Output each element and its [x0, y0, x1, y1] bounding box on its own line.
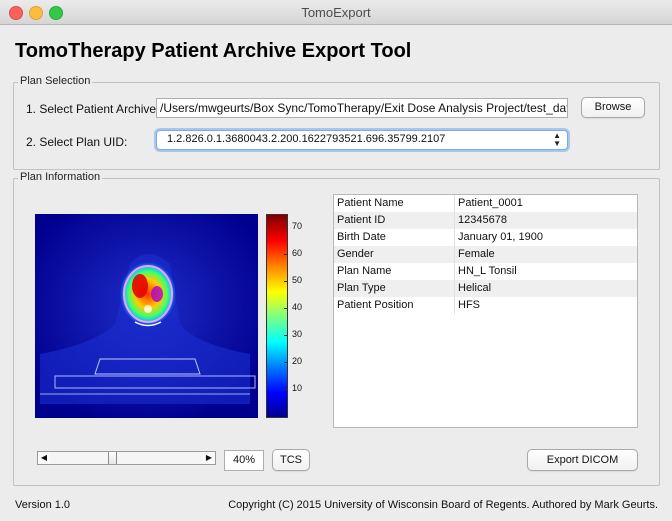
ct-dose-overlay — [35, 214, 258, 418]
table-row: Patient Position HFS — [334, 297, 637, 314]
slider-thumb[interactable] — [108, 452, 118, 464]
slice-percent-field[interactable]: 40% — [224, 450, 264, 471]
row-value: January 01, 1900 — [458, 231, 544, 243]
dose-image[interactable] — [35, 214, 258, 418]
row-key: Patient Name — [334, 195, 455, 212]
colorbar-tick-mark — [284, 362, 288, 363]
colorbar-tick-label: 70 — [292, 221, 303, 231]
tcs-button[interactable]: TCS — [272, 449, 310, 471]
colorbar-tick-label: 20 — [292, 356, 303, 366]
colorbar-tick-mark — [284, 227, 288, 228]
colorbar-tick-mark — [284, 254, 288, 255]
colorbar-tick-mark — [284, 389, 288, 390]
window-title: TomoExport — [301, 5, 371, 20]
row-key: Birth Date — [334, 229, 455, 246]
updown-arrows-icon: ▲ ▼ — [553, 131, 561, 148]
table-row: Gender Female — [334, 246, 637, 263]
right-arrow-icon[interactable]: ▶ — [203, 452, 215, 464]
plan-uid-value: 1.2.826.0.1.3680043.2.200.1622793521.696… — [167, 133, 446, 145]
colorbar-tick-mark — [284, 281, 288, 282]
row-key: Gender — [334, 246, 455, 263]
table-row: Birth Date January 01, 1900 — [334, 229, 637, 246]
row-value: HFS — [458, 299, 480, 311]
export-dicom-button[interactable]: Export DICOM — [527, 449, 638, 471]
colorbar-tick-label: 10 — [292, 383, 303, 393]
row-value: 12345678 — [458, 214, 507, 226]
table-row: Patient Name Patient_0001 — [334, 195, 637, 212]
plan-selection-panel — [13, 82, 660, 170]
row-value: Female — [458, 248, 495, 260]
colorbar-tick-label: 60 — [292, 248, 303, 258]
slice-slider[interactable]: ◀ ▶ — [37, 451, 216, 465]
plan-info-table: Patient Name Patient_0001 Patient ID 123456… — [333, 194, 638, 428]
plan-information-legend: Plan Information — [18, 171, 103, 183]
version-label: Version 1.0 — [15, 499, 71, 511]
left-arrow-icon[interactable]: ◀ — [38, 452, 50, 464]
title-bar: TomoExport — [0, 0, 672, 25]
plan-selection-legend: Plan Selection — [18, 75, 93, 87]
archive-path-field[interactable]: /Users/mwgeurts/Box Sync/TomoTherapy/Exi… — [156, 98, 568, 118]
colorbar-tick-label: 40 — [292, 302, 303, 312]
row-value: HN_L Tonsil — [458, 265, 517, 277]
plan-uid-label: 2. Select Plan UID: — [26, 135, 128, 149]
plan-uid-select[interactable]: 1.2.826.0.1.3680043.2.200.1622793521.696… — [156, 130, 568, 150]
table-row: Plan Type Helical — [334, 280, 637, 297]
row-value: Helical — [458, 282, 492, 294]
browse-button[interactable]: Browse — [581, 97, 645, 118]
row-key: Plan Type — [334, 280, 455, 297]
colorbar-tick-label: 50 — [292, 275, 303, 285]
copyright-label: Copyright (C) 2015 University of Wiscons… — [228, 499, 658, 511]
archive-label: 1. Select Patient Archive: — [26, 102, 160, 116]
row-key: Plan Name — [334, 263, 455, 280]
colorbar-tick-label: 30 — [292, 329, 303, 339]
app-title: TomoTherapy Patient Archive Export Tool — [15, 40, 412, 62]
colorbar-tick-mark — [284, 335, 288, 336]
dose-colorbar — [266, 214, 288, 418]
row-key: Patient ID — [334, 212, 455, 229]
row-key: Patient Position — [334, 297, 455, 314]
table-row: Plan Name HN_L Tonsil — [334, 263, 637, 280]
colorbar-tick-mark — [284, 308, 288, 309]
row-value: Patient_0001 — [458, 197, 523, 209]
table-row: Patient ID 12345678 — [334, 212, 637, 229]
